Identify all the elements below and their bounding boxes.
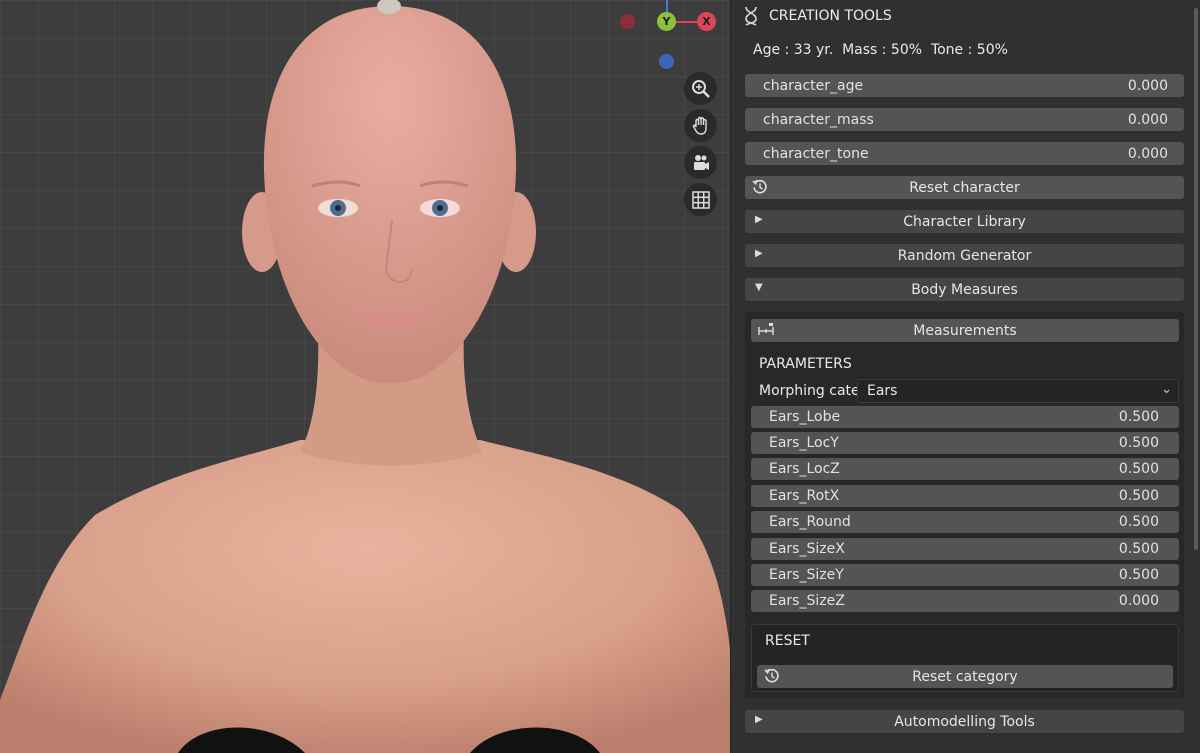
3d-viewport[interactable]: Y X [0, 0, 730, 753]
param-label: Ears_Round [769, 514, 851, 530]
field-label: character_tone [763, 145, 869, 162]
parameters-heading: PARAMETERS [759, 356, 852, 372]
x-negative-axis-dot[interactable] [620, 14, 635, 29]
zoom-icon[interactable] [684, 72, 717, 105]
param-value: 0.500 [1118, 514, 1159, 530]
field-label: character_age [763, 77, 864, 94]
camera-icon[interactable] [684, 146, 717, 179]
automodelling-tools-section[interactable]: ▶ Automodelling Tools [745, 710, 1184, 733]
param-value: 0.500 [1118, 461, 1159, 477]
param-value: 0.500 [1118, 488, 1159, 504]
expand-arrow-icon: ▶ [755, 248, 763, 259]
character-model [0, 0, 730, 753]
ears-locy-slider[interactable]: Ears_LocY 0.500 [751, 432, 1179, 454]
reset-icon [764, 668, 779, 683]
grid-icon[interactable] [684, 183, 717, 216]
collapse-arrow-icon: ▼ [755, 282, 763, 293]
section-label: Body Measures [911, 281, 1018, 298]
param-label: Ears_Lobe [769, 409, 841, 425]
y-axis-dot[interactable]: Y [657, 12, 676, 31]
character-library-section[interactable]: ▶ Character Library [745, 210, 1184, 233]
field-value: 0.000 [1127, 77, 1168, 94]
measurements-button[interactable]: Measurements [751, 319, 1179, 342]
character-tone-slider[interactable]: character_tone 0.000 [745, 142, 1184, 165]
param-value: 0.000 [1118, 593, 1159, 609]
field-label: character_mass [763, 111, 874, 128]
character-age-slider[interactable]: character_age 0.000 [745, 74, 1184, 97]
dna-icon [745, 6, 757, 26]
ears-sizey-slider[interactable]: Ears_SizeY 0.500 [751, 564, 1179, 586]
ears-rotx-slider[interactable]: Ears_RotX 0.500 [751, 485, 1179, 507]
morphing-category-label: Morphing cate.. [759, 383, 869, 399]
reset-category-button[interactable]: Reset category [757, 665, 1173, 688]
panel-header[interactable]: CREATION TOOLS [743, 5, 892, 27]
random-generator-section[interactable]: ▶ Random Generator [745, 244, 1184, 267]
param-label: Ears_LocY [769, 435, 839, 451]
param-value: 0.500 [1118, 541, 1159, 557]
param-label: Ears_RotX [769, 488, 840, 504]
ruler-icon [758, 323, 774, 335]
param-value: 0.500 [1118, 409, 1159, 425]
panel-scrollbar[interactable] [1194, 8, 1198, 550]
section-label: Automodelling Tools [894, 713, 1035, 730]
param-label: Ears_SizeY [769, 567, 844, 583]
ears-round-slider[interactable]: Ears_Round 0.500 [751, 511, 1179, 533]
morphing-category-dropdown[interactable]: Ears ⌄ [857, 379, 1179, 403]
button-label: Reset category [912, 668, 1018, 685]
param-label: Ears_SizeX [769, 541, 845, 557]
chevron-down-icon: ⌄ [1161, 382, 1172, 397]
x-axis-dot[interactable]: X [697, 12, 716, 31]
section-label: Random Generator [897, 247, 1032, 264]
ears-lobe-slider[interactable]: Ears_Lobe 0.500 [751, 406, 1179, 428]
section-label: Character Library [903, 213, 1026, 230]
character-mass-slider[interactable]: character_mass 0.000 [745, 108, 1184, 131]
param-value: 0.500 [1118, 435, 1159, 451]
ears-locz-slider[interactable]: Ears_LocZ 0.500 [751, 458, 1179, 480]
character-stats: Age : 33 yr. Mass : 50% Tone : 50% [753, 42, 1008, 58]
z-negative-axis-dot[interactable] [659, 54, 674, 69]
field-value: 0.000 [1127, 145, 1168, 162]
expand-arrow-icon: ▶ [755, 214, 763, 225]
ears-sizex-slider[interactable]: Ears_SizeX 0.500 [751, 538, 1179, 560]
param-label: Ears_SizeZ [769, 593, 845, 609]
body-measures-section[interactable]: ▼ Body Measures [745, 278, 1184, 301]
reset-icon [752, 179, 767, 194]
reset-character-button[interactable]: Reset character [745, 176, 1184, 199]
reset-heading: RESET [765, 633, 810, 649]
param-value: 0.500 [1118, 567, 1159, 583]
z-axis-line [666, 0, 668, 12]
button-label: Measurements [913, 322, 1017, 339]
button-label: Reset character [909, 179, 1020, 196]
panel-title: CREATION TOOLS [769, 8, 892, 24]
hand-pan-icon[interactable] [684, 109, 717, 142]
param-label: Ears_LocZ [769, 461, 840, 477]
expand-arrow-icon: ▶ [755, 714, 763, 725]
ears-sizez-slider[interactable]: Ears_SizeZ 0.000 [751, 590, 1179, 612]
creation-tools-panel: CREATION TOOLS Age : 33 yr. Mass : 50% T… [730, 0, 1200, 753]
dropdown-value: Ears [867, 383, 898, 399]
field-value: 0.000 [1127, 111, 1168, 128]
